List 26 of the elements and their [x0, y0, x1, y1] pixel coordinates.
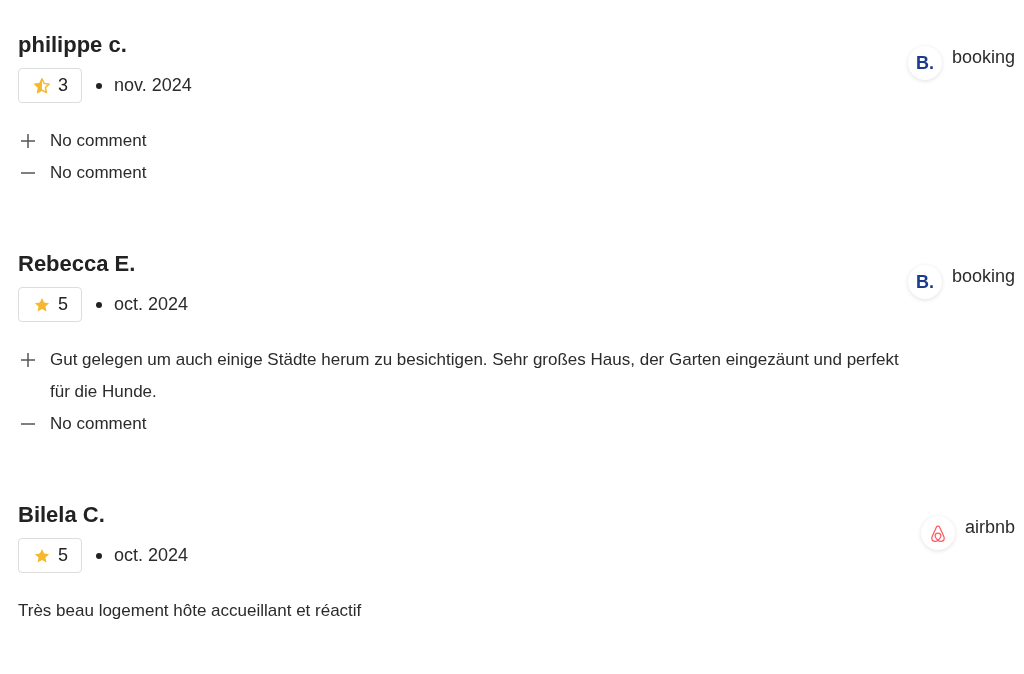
comment-text: No comment — [50, 162, 147, 184]
plus-icon — [20, 352, 36, 368]
comment-text: Gut gelegen um auch einige Städte herum zu besichtigen. Sehr großes Haus, der Garten eingezäunt und perfekt für die Hunde. — [50, 349, 900, 403]
booking-logo: B. — [907, 46, 942, 80]
review-date: oct. 2024 — [114, 545, 189, 566]
minus-icon — [20, 172, 36, 174]
rating-badge: 3 — [18, 68, 82, 103]
bullet-dot — [96, 82, 102, 89]
comment-text: Très beau logement hôte accueillant et réactif — [18, 600, 362, 622]
source-label: booking — [951, 265, 1015, 287]
source-label: booking — [951, 46, 1015, 68]
review-date: nov. 2024 — [114, 75, 192, 96]
rating-badge: 5 — [18, 538, 82, 573]
reviewer-name: Rebecca E. — [18, 250, 137, 278]
plus-icon — [20, 133, 36, 149]
rating-badge: 5 — [18, 287, 82, 322]
booking-logo: B. — [907, 265, 942, 299]
bullet-dot — [96, 301, 102, 308]
comment-text: No comment — [50, 130, 147, 152]
source-label: airbnb — [964, 516, 1015, 538]
reviewer-name: Bilela C. — [18, 501, 106, 529]
minus-icon — [20, 423, 36, 425]
bullet-dot — [96, 552, 102, 559]
comment-text: No comment — [50, 413, 147, 435]
review-date: oct. 2024 — [114, 294, 189, 315]
reviewer-name: philippe c. — [18, 31, 128, 59]
